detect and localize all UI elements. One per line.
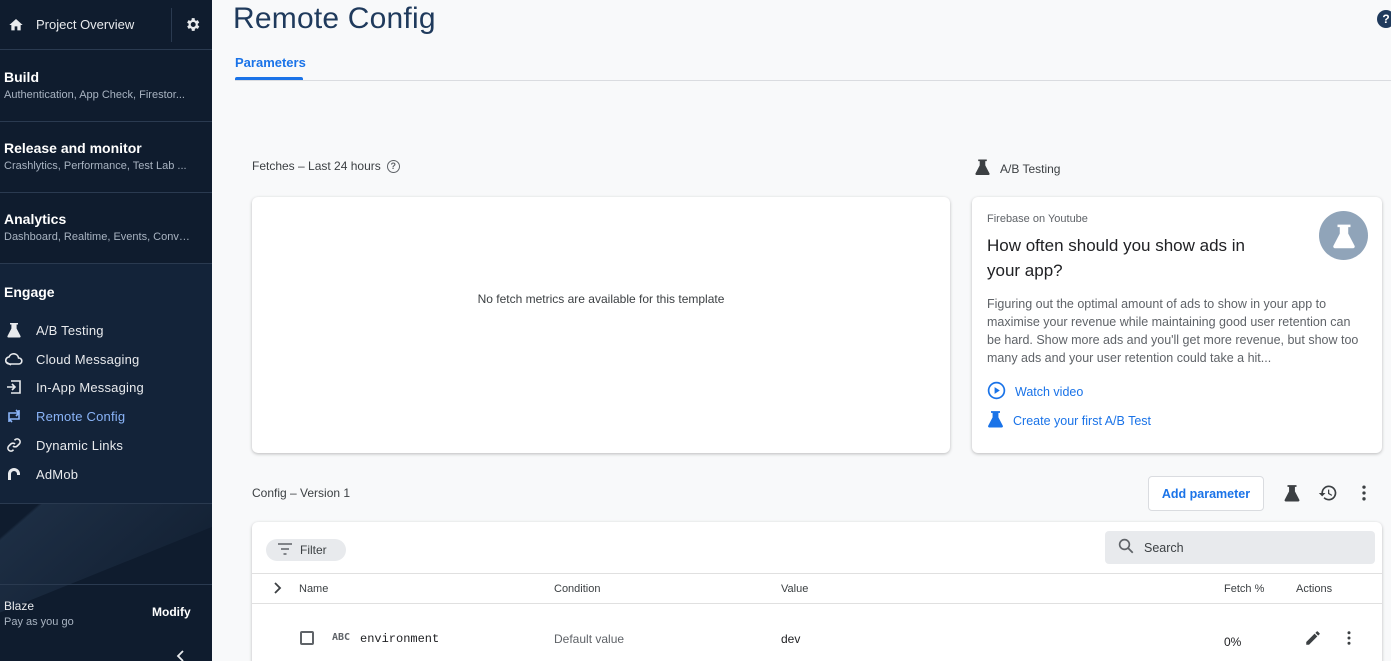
nav-section-analytics[interactable]: Analytics Dashboard, Realtime, Events, C… [0, 193, 212, 264]
nav-section-release-monitor[interactable]: Release and monitor Crashlytics, Perform… [0, 122, 212, 193]
tab-parameters[interactable]: Parameters [235, 55, 306, 70]
ab-testing-title: A/B Testing [1000, 161, 1061, 176]
add-parameter-button[interactable]: Add parameter [1148, 476, 1264, 511]
gear-icon[interactable] [172, 0, 212, 50]
sidebar-item-label: Cloud Messaging [36, 351, 140, 367]
history-icon[interactable] [1317, 482, 1339, 504]
config-version-label: Config – Version 1 [252, 486, 351, 500]
card-kicker: Firebase on Youtube [987, 213, 1088, 225]
filter-chip[interactable]: Filter [266, 539, 346, 561]
table-header: Name Condition Value Fetch % Actions [252, 573, 1382, 604]
filter-label: Filter [300, 543, 327, 557]
nav-section-subtitle: Authentication, App Check, Firestor... [4, 89, 185, 101]
sidebar-item-ab-testing[interactable]: A/B Testing [0, 317, 212, 343]
sidebar-header: Project Overview [0, 0, 212, 50]
collapse-sidebar-icon[interactable] [172, 648, 188, 661]
help-circle-icon[interactable]: ? [386, 159, 400, 173]
filter-icon [278, 542, 292, 558]
cloud-messaging-icon [2, 349, 26, 369]
sidebar-item-label: In-App Messaging [36, 379, 144, 395]
sidebar-item-remote-config[interactable]: Remote Config [0, 403, 212, 429]
plan-description: Pay as you go [4, 616, 74, 628]
search-icon [1117, 537, 1135, 558]
sidebar-item-label: A/B Testing [36, 322, 104, 338]
flask-icon[interactable] [1281, 482, 1303, 504]
nav-section-title: Analytics [4, 211, 67, 227]
column-header-fetch: Fetch % [1224, 583, 1265, 595]
in-app-messaging-icon [2, 377, 26, 397]
remote-config-icon [2, 406, 26, 426]
nav-section-build[interactable]: Build Authentication, App Check, Firesto… [0, 51, 212, 122]
sidebar-item-label: Dynamic Links [36, 437, 124, 453]
plan-name: Blaze [4, 599, 35, 613]
fetches-section-label: Fetches – Last 24 hours ? [252, 159, 400, 173]
column-header-value: Value [781, 583, 809, 595]
watch-video-link[interactable]: Watch video [987, 381, 1083, 403]
fetches-card: No fetch metrics are available for this … [252, 197, 950, 453]
string-type-icon: ABC [332, 632, 351, 643]
search-placeholder: Search [1144, 540, 1184, 555]
edit-icon[interactable] [1304, 629, 1322, 650]
page-title: Remote Config [233, 2, 436, 35]
flask-icon [987, 410, 1004, 431]
ab-testing-section-label: A/B Testing [975, 158, 1060, 179]
parameters-table: Filter Search Name Condition Value Fetch… [252, 522, 1382, 661]
more-vert-icon[interactable] [1340, 629, 1358, 650]
admob-icon [2, 464, 26, 484]
billing-plan: Blaze Pay as you go Modify [0, 584, 212, 640]
project-overview-link[interactable]: Project Overview [36, 17, 171, 32]
flask-icon [2, 320, 26, 340]
column-header-condition: Condition [554, 583, 601, 595]
flask-icon [975, 158, 990, 179]
nav-section-subtitle: Crashlytics, Performance, Test Lab ... [4, 160, 187, 172]
modify-plan-button[interactable]: Modify [152, 605, 191, 619]
chevron-right-icon[interactable] [272, 581, 284, 598]
table-row: ABC environment Default value dev 0% [252, 605, 1382, 655]
column-header-name[interactable]: Name [299, 583, 328, 595]
column-header-actions: Actions [1296, 583, 1333, 595]
fetches-empty-message: No fetch metrics are available for this … [477, 292, 725, 306]
tabs-divider [235, 80, 1391, 81]
flask-icon [1319, 211, 1368, 260]
row-checkbox[interactable] [300, 631, 314, 645]
create-ab-test-link[interactable]: Create your first A/B Test [987, 410, 1151, 431]
home-icon[interactable] [3, 12, 29, 38]
card-headline: How often should you show ads in your ap… [987, 236, 1245, 280]
fetches-title: Fetches – Last 24 hours [252, 159, 381, 173]
sidebar-item-dynamic-links[interactable]: Dynamic Links [0, 432, 212, 458]
create-ab-test-label: Create your first A/B Test [1013, 413, 1152, 428]
sidebar-item-label: AdMob [36, 466, 79, 482]
sidebar-item-label: Remote Config [36, 408, 126, 424]
parameter-fetch-percent: 0% [1224, 635, 1242, 649]
nav-section-title: Build [4, 69, 39, 85]
watch-video-label: Watch video [1015, 385, 1084, 399]
more-vert-icon[interactable] [1353, 482, 1375, 504]
nav-section-subtitle: Dashboard, Realtime, Events, Conve... [4, 231, 190, 243]
sidebar-item-cloud-messaging[interactable]: Cloud Messaging [0, 346, 212, 372]
nav-section-title[interactable]: Engage [4, 284, 55, 300]
sidebar-item-admob[interactable]: AdMob [0, 461, 212, 487]
sidebar: Project Overview Build Authentication, A… [0, 0, 212, 661]
help-icon[interactable]: ? [1377, 10, 1391, 28]
link-icon [2, 435, 26, 455]
card-body: Figuring out the optimal amount of ads t… [987, 297, 1359, 365]
nav-section-engage: Engage A/B Testing Cloud Messaging In-Ap… [0, 264, 212, 504]
search-input[interactable]: Search [1105, 531, 1375, 564]
parameter-value: dev [781, 632, 801, 646]
nav-section-title: Release and monitor [4, 140, 142, 156]
play-circle-icon [987, 381, 1006, 403]
sidebar-item-in-app-messaging[interactable]: In-App Messaging [0, 374, 212, 400]
parameter-condition: Default value [554, 632, 625, 646]
parameter-name: environment [360, 632, 440, 646]
ab-testing-card: Firebase on Youtube How often should you… [972, 197, 1382, 453]
